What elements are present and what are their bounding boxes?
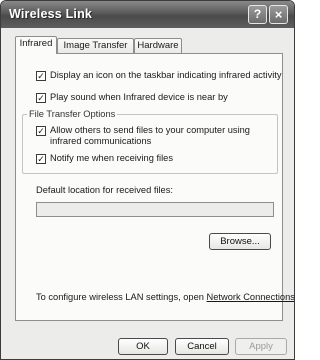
taskbar-icon-label: Display an icon on the taskbar indicatin… [50,70,282,80]
infrared-tab-panel: ✓ Display an icon on the taskbar indicat… [15,53,294,321]
notify-label: Notify me when receiving files [50,153,173,163]
file-transfer-group: File Transfer Options ✓ Allow others to … [22,108,278,174]
title-bar[interactable]: Wireless Link ? × [1,1,294,28]
play-sound-option[interactable]: ✓ Play sound when Infrared device is nea… [36,92,228,103]
dialog-title: Wireless Link [9,7,93,21]
notify-checkbox[interactable]: ✓ [36,154,46,164]
notify-option[interactable]: ✓ Notify me when receiving files [36,153,173,164]
file-transfer-group-title: File Transfer Options [27,108,118,120]
default-location-label: Default location for received files: [36,185,173,195]
allow-send-label: Allow others to send files to your compu… [50,125,250,146]
default-location-field [36,202,274,217]
tab-infrared[interactable]: Infrared [15,36,57,54]
apply-button[interactable]: Apply [235,338,287,355]
cancel-button[interactable]: Cancel [175,338,229,355]
browse-button[interactable]: Browse... [209,233,271,250]
taskbar-icon-option[interactable]: ✓ Display an icon on the taskbar indicat… [36,70,282,81]
ok-button[interactable]: OK [118,338,168,355]
tab-hardware[interactable]: Hardware [134,38,182,53]
lan-settings-text: To configure wireless LAN settings, open… [36,292,294,302]
help-icon[interactable]: ? [248,5,267,24]
wireless-link-dialog: Wireless Link ? × Infrared Image Transfe… [0,0,295,360]
taskbar-icon-checkbox[interactable]: ✓ [36,71,46,81]
play-sound-label: Play sound when Infrared device is near … [50,92,228,102]
allow-send-checkbox[interactable]: ✓ [36,126,46,136]
tab-image-transfer[interactable]: Image Transfer [57,38,134,53]
network-connections-link[interactable]: Network Connections [207,292,294,302]
close-icon[interactable]: × [269,5,288,24]
play-sound-checkbox[interactable]: ✓ [36,93,46,103]
allow-send-option[interactable]: ✓ Allow others to send files to your com… [36,125,256,147]
lan-settings-prefix: To configure wireless LAN settings, open [36,292,207,302]
